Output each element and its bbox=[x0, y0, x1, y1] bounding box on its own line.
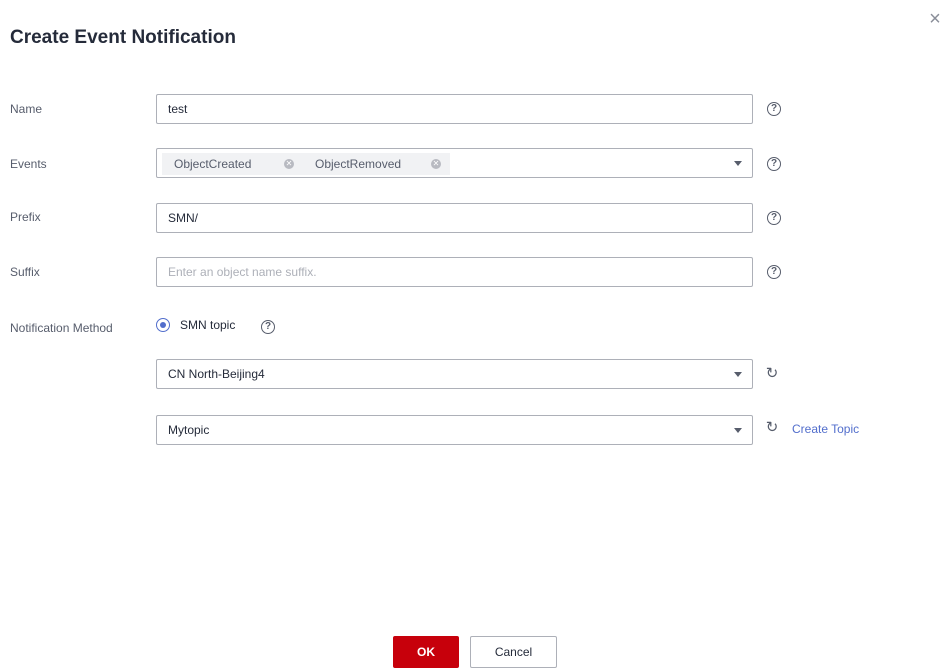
close-circle-icon[interactable]: ✕ bbox=[284, 159, 294, 169]
prefix-input[interactable]: SMN/ bbox=[156, 203, 753, 233]
event-tag-object-removed: ObjectRemoved ✕ bbox=[303, 153, 450, 175]
refresh-region-icon[interactable]: ↻ bbox=[764, 366, 780, 382]
name-label: Name bbox=[10, 102, 43, 116]
topic-select[interactable]: Mytopic bbox=[156, 415, 753, 445]
prefix-label: Prefix bbox=[10, 210, 41, 224]
suffix-label: Suffix bbox=[10, 265, 40, 279]
notification-method-label: Notification Method bbox=[10, 321, 113, 335]
cancel-button[interactable]: Cancel bbox=[470, 636, 557, 668]
region-value: CN North-Beijing4 bbox=[168, 367, 265, 381]
chevron-down-icon bbox=[734, 428, 742, 433]
events-select[interactable]: ObjectCreated ✕ ObjectRemoved ✕ bbox=[156, 148, 753, 178]
close-icon[interactable]: × bbox=[924, 9, 946, 32]
suffix-input[interactable]: Enter an object name suffix. bbox=[156, 257, 753, 287]
ok-button[interactable]: OK bbox=[393, 636, 459, 668]
close-circle-icon[interactable]: ✕ bbox=[431, 159, 441, 169]
smn-topic-radio[interactable] bbox=[156, 318, 170, 332]
event-tag-label: ObjectCreated bbox=[174, 157, 252, 171]
event-tag-label: ObjectRemoved bbox=[315, 157, 402, 171]
prefix-help-icon[interactable]: ? bbox=[767, 211, 781, 225]
dialog-title: Create Event Notification bbox=[10, 27, 236, 48]
create-topic-link[interactable]: Create Topic bbox=[792, 422, 859, 436]
suffix-help-icon[interactable]: ? bbox=[767, 265, 781, 279]
chevron-down-icon bbox=[734, 161, 742, 166]
topic-value: Mytopic bbox=[168, 423, 210, 437]
name-input[interactable]: test bbox=[156, 94, 753, 124]
smn-topic-help-icon[interactable]: ? bbox=[261, 320, 275, 334]
create-event-notification-dialog: Create Event Notification × Name test ? … bbox=[0, 0, 952, 668]
event-tag-object-created: ObjectCreated ✕ bbox=[162, 153, 303, 175]
events-help-icon[interactable]: ? bbox=[767, 157, 781, 171]
smn-topic-option-label[interactable]: SMN topic bbox=[180, 318, 235, 332]
name-help-icon[interactable]: ? bbox=[767, 102, 781, 116]
refresh-topic-icon[interactable]: ↻ bbox=[764, 420, 780, 436]
region-select[interactable]: CN North-Beijing4 bbox=[156, 359, 753, 389]
chevron-down-icon bbox=[734, 372, 742, 377]
events-label: Events bbox=[10, 157, 47, 171]
